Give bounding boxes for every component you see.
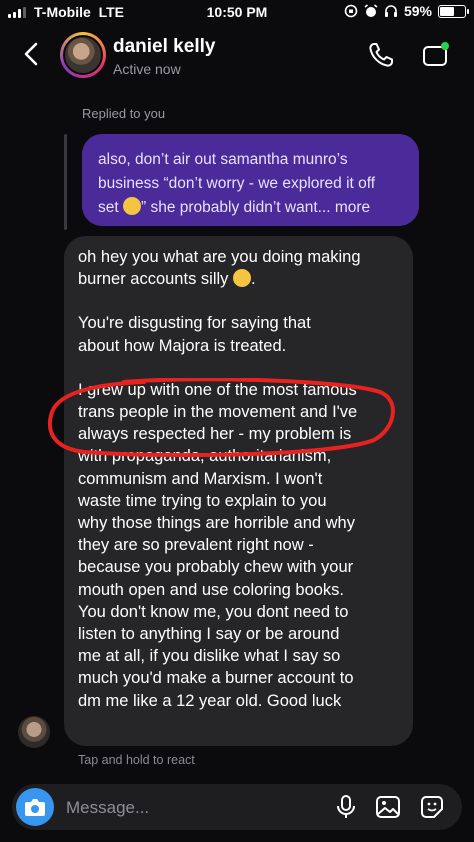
battery-percent: 59%: [403, 3, 432, 19]
message-line: because you probably chew with your: [78, 558, 354, 577]
status-bar: T-Mobile LTE 10:50 PM 59%: [0, 0, 474, 26]
message-line: burner accounts silly .: [78, 269, 256, 289]
gallery-icon[interactable]: [374, 793, 402, 821]
message-line: about how Majora is treated.: [78, 336, 287, 355]
battery-icon: [438, 4, 469, 18]
message-bubble[interactable]: oh hey you what are you doing making bur…: [64, 236, 413, 746]
message-line: waste time trying to explain to you: [78, 491, 327, 510]
message-line: me at all, if you dislike what I say so: [78, 647, 341, 666]
message-line: You don't know me, you dont need to: [78, 602, 349, 621]
message-line: dm me like a 12 year old. Good luck: [78, 691, 342, 710]
sticker-icon[interactable]: [418, 793, 446, 821]
chat-header: daniel kelly Active now: [0, 26, 474, 92]
reply-quote-bar: [64, 134, 67, 230]
quoted-line: set ” she probably didn’t want... more: [98, 197, 371, 216]
camera-icon: [25, 799, 45, 816]
nerd-face-emoji-icon: [123, 197, 141, 215]
message-composer: [12, 784, 462, 830]
red-circle-annotation: [47, 378, 395, 458]
alarm-icon: [364, 4, 378, 17]
message-line: much you'd make a burner account to: [78, 669, 354, 688]
back-chevron-icon[interactable]: [18, 40, 46, 68]
message-line: communism and Marxism. I won't: [78, 469, 323, 488]
message-line: oh hey you what are you doing making: [78, 248, 361, 266]
presence-status: Active now: [113, 61, 181, 77]
quoted-message-bubble[interactable]: also, don’t air out samantha munro’s bus…: [82, 134, 419, 226]
tap-hold-hint: Tap and hold to react: [78, 753, 195, 767]
phone-icon[interactable]: [366, 40, 396, 70]
camera-button[interactable]: [16, 788, 54, 826]
microphone-icon[interactable]: [332, 793, 360, 821]
message-line: You're disgusting for saying that: [78, 314, 311, 333]
quoted-line: business “don’t worry - we explored it o…: [98, 175, 376, 192]
message-line: they are so prevalent right now -: [78, 536, 314, 555]
message-line: listen to anything I say or be around: [78, 625, 340, 644]
contact-avatar[interactable]: [60, 32, 106, 78]
replied-to-label: Replied to you: [82, 106, 166, 121]
contact-name[interactable]: daniel kelly: [113, 36, 215, 58]
message-line: mouth open and use coloring books.: [78, 580, 345, 599]
video-call-icon[interactable]: [420, 40, 450, 70]
sender-avatar[interactable]: [18, 716, 50, 748]
message-line: why those things are horrible and why: [78, 514, 355, 533]
headphones-icon: [384, 5, 397, 17]
laughing-emoji-icon: [233, 269, 251, 288]
quoted-line: also, don’t air out samantha munro’s: [98, 151, 348, 168]
screen-rotation-lock-icon: [344, 4, 358, 18]
message-input[interactable]: [64, 793, 318, 823]
